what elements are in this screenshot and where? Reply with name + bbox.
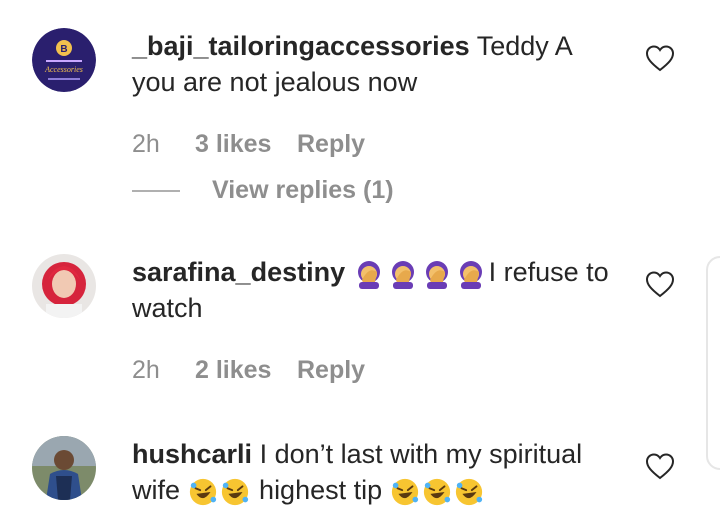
like-heart-icon[interactable]	[646, 45, 674, 73]
avatar[interactable]	[32, 436, 96, 500]
comment-likes[interactable]: 3 likes	[195, 130, 297, 159]
comment-text: _baji_tailoringaccessories Teddy A you a…	[132, 28, 632, 100]
comment-text: hushcarli I don’t last with my spiritual…	[132, 436, 632, 508]
comment-body: Teddy A	[476, 31, 573, 61]
comment-meta: 2h 3 likes Reply	[132, 130, 365, 159]
comment-username[interactable]: sarafina_destiny	[132, 257, 345, 287]
view-replies-row[interactable]: View replies (1)	[132, 176, 394, 205]
comment-meta: 2h 2 likes Reply	[132, 356, 365, 385]
face-palm-emoji-icon	[391, 260, 414, 289]
svg-text:B: B	[60, 44, 67, 55]
comment-body: I refuse to	[488, 257, 609, 287]
reply-button[interactable]: Reply	[297, 356, 365, 385]
comment-text: sarafina_destiny I refuse to watch	[132, 254, 632, 326]
rolling-laughing-emoji-icon	[188, 477, 217, 506]
reply-button[interactable]: Reply	[297, 130, 365, 159]
svg-text:Accessories: Accessories	[44, 65, 83, 74]
like-heart-icon[interactable]	[646, 271, 674, 299]
comment-time: 2h	[132, 130, 160, 158]
like-heart-icon[interactable]	[646, 453, 674, 481]
face-palm-emoji-icon	[459, 260, 482, 289]
rolling-laughing-emoji-icon	[422, 477, 451, 506]
edge-panel	[706, 256, 720, 470]
comment-body: watch	[132, 293, 203, 323]
view-replies-button[interactable]: View replies (1)	[212, 176, 394, 205]
avatar[interactable]: B Accessories	[32, 28, 96, 92]
comment-username[interactable]: _baji_tailoringaccessories	[132, 31, 470, 61]
avatar[interactable]	[32, 254, 96, 318]
face-palm-emoji-icon	[357, 260, 380, 289]
comment-body: highest tip	[259, 475, 383, 505]
rolling-laughing-emoji-icon	[390, 477, 419, 506]
comment-username[interactable]: hushcarli	[132, 439, 252, 469]
rolling-laughing-emoji-icon	[454, 477, 483, 506]
comment-body: wife	[132, 475, 181, 505]
face-palm-emoji-icon	[425, 260, 448, 289]
comment-body: I don’t last with my spiritual	[259, 439, 583, 469]
comment-likes[interactable]: 2 likes	[195, 356, 297, 385]
comment-time: 2h	[132, 356, 160, 384]
comment-body: you are not jealous now	[132, 67, 418, 97]
rolling-laughing-emoji-icon	[220, 477, 249, 506]
replies-divider	[132, 189, 180, 192]
